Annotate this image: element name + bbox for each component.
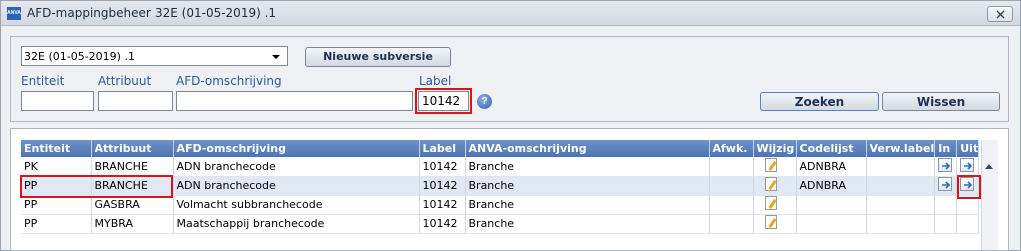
column-header-label[interactable]: Label: [419, 140, 466, 157]
cell-codelist: [796, 214, 867, 234]
anva-logo-icon: ANVA: [7, 7, 21, 20]
afd-description-label: AFD-omschrijving: [176, 74, 282, 88]
title-bar: ANVA AFD-mappingbeheer 32E (01-05-2019) …: [1, 1, 1020, 26]
entity-label: Entiteit: [21, 74, 65, 88]
window-version: 32E (01-05-2019) .1: [155, 6, 277, 20]
cell-afd-description: ADN branchecode: [173, 157, 420, 177]
cell-in: [934, 195, 958, 215]
cell-afwk: [709, 157, 754, 177]
cell-entity: PP: [21, 214, 92, 234]
cell-anva-description: Branche: [465, 157, 710, 177]
import-arrow-icon[interactable]: [938, 157, 953, 172]
cell-label: 10142: [419, 214, 466, 234]
edit-icon[interactable]: [764, 196, 777, 210]
cell-entity: PK: [21, 157, 92, 177]
cell-ref-label: [866, 176, 936, 196]
cell-out: [956, 157, 980, 177]
entity-input[interactable]: [21, 91, 94, 111]
version-select-value: 32E (01-05-2019) .1: [24, 50, 135, 63]
cell-in: [934, 157, 958, 177]
close-icon: [996, 10, 1005, 19]
column-header-anva-description[interactable]: ANVA-omschrijving: [465, 140, 710, 157]
cell-edit: [753, 157, 797, 177]
clear-button[interactable]: Wissen: [882, 92, 1000, 111]
table-row[interactable]: PK BRANCHE ADN branchecode 10142 Branche…: [21, 157, 980, 177]
cell-afd-description: Volmacht subbranchecode: [173, 195, 420, 215]
table-row[interactable]: PP MYBRA Maatschappij branchecode 10142 …: [21, 214, 980, 234]
new-subversion-button[interactable]: Nieuwe subversie: [305, 47, 451, 67]
cell-anva-description: Branche: [465, 176, 710, 196]
chevron-down-icon: [272, 55, 280, 59]
cell-afwk: [709, 214, 754, 234]
column-header-attribute[interactable]: Attribuut: [91, 140, 174, 157]
cell-label: 10142: [419, 176, 466, 196]
search-button[interactable]: Zoeken: [760, 92, 879, 111]
edit-icon[interactable]: [764, 215, 777, 229]
label-input-highlight: [415, 88, 472, 114]
cell-afd-description: ADN branchecode: [173, 176, 420, 196]
cell-attribute: BRANCHE: [91, 157, 174, 177]
import-arrow-icon[interactable]: [938, 177, 953, 191]
cell-codelist: ADNBRA: [796, 157, 867, 177]
selected-row-highlight: [20, 175, 173, 198]
edit-icon[interactable]: [764, 177, 777, 191]
cell-edit: [753, 214, 797, 234]
cell-label: 10142: [419, 157, 466, 177]
column-header-afwk[interactable]: Afwk.: [709, 140, 754, 157]
cell-codelist: ADNBRA: [796, 176, 867, 196]
help-icon[interactable]: ?: [477, 94, 492, 109]
close-button[interactable]: [987, 6, 1013, 22]
cell-ref-label: [866, 157, 936, 177]
export-button-highlight: [957, 175, 981, 199]
cell-attribute: MYBRA: [91, 214, 174, 234]
edit-icon[interactable]: [764, 157, 777, 172]
column-header-out[interactable]: Uit: [956, 140, 980, 157]
column-header-in[interactable]: In: [934, 140, 958, 157]
column-header-entity[interactable]: Entiteit: [21, 140, 92, 157]
attribute-label: Attribuut: [98, 74, 152, 88]
column-header-edit[interactable]: Wijzig: [753, 140, 797, 157]
cell-label: 10142: [419, 195, 466, 215]
table-header-row: Entiteit Attribuut AFD-omschrijving Labe…: [21, 140, 980, 157]
label-label: Label: [419, 74, 452, 88]
cell-anva-description: Branche: [465, 195, 710, 215]
export-arrow-icon[interactable]: [960, 157, 975, 172]
scroll-up-arrow-icon[interactable]: [985, 164, 993, 169]
column-header-codelist[interactable]: Codelijst: [796, 140, 867, 157]
attribute-input[interactable]: [98, 91, 173, 111]
cell-in: [934, 176, 958, 196]
version-select[interactable]: 32E (01-05-2019) .1: [21, 46, 288, 66]
cell-ref-label: [866, 214, 936, 234]
cell-edit: [753, 176, 797, 196]
cell-out: [956, 214, 980, 234]
afd-description-input[interactable]: [176, 91, 413, 111]
cell-ref-label: [866, 195, 936, 215]
cell-codelist: [796, 195, 867, 215]
cell-afd-description: Maatschappij branchecode: [173, 214, 420, 234]
vertical-scrollbar[interactable]: [981, 140, 998, 250]
cell-in: [934, 214, 958, 234]
cell-afwk: [709, 195, 754, 215]
window-title: AFD-mappingbeheer: [27, 6, 151, 20]
column-header-ref-label[interactable]: Verw.label: [866, 140, 936, 157]
cell-anva-description: Branche: [465, 214, 710, 234]
cell-afwk: [709, 176, 754, 196]
column-header-afd-description[interactable]: AFD-omschrijving: [173, 140, 420, 157]
cell-edit: [753, 195, 797, 215]
